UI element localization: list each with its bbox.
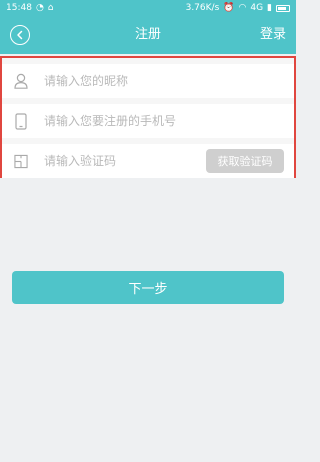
wifi-icon: ◠ — [238, 2, 247, 13]
verification-icon — [14, 153, 28, 169]
network-type: 4G — [250, 3, 264, 13]
nickname-input[interactable] — [44, 74, 294, 88]
notification-icon: ⌂ — [47, 2, 54, 13]
login-link[interactable]: 登录 — [260, 16, 286, 54]
phone-icon — [14, 112, 28, 130]
registration-form: 获取验证码 — [0, 56, 296, 178]
signal-icon: ▮ — [267, 2, 272, 13]
nav-bar: 注册 登录 — [0, 16, 296, 54]
page-title: 注册 — [134, 27, 161, 42]
status-bar: 15:48 ◔ ⌂ 3.76K/s ⏰ ◠ 4G ▮ — [0, 0, 296, 16]
network-speed: 3.76K/s — [185, 3, 220, 13]
phone-row — [2, 104, 294, 138]
next-button[interactable]: 下一步 — [12, 271, 284, 304]
status-time: 15:48 — [6, 3, 32, 13]
phone-input[interactable] — [44, 114, 294, 128]
get-code-button[interactable]: 获取验证码 — [206, 149, 284, 173]
chat-icon: ◔ — [35, 2, 44, 13]
battery-icon — [276, 4, 290, 12]
user-icon — [14, 73, 28, 89]
code-input[interactable] — [44, 154, 206, 168]
code-row: 获取验证码 — [2, 144, 294, 178]
alarm-icon: ⏰ — [223, 2, 235, 13]
nickname-row — [2, 64, 294, 98]
